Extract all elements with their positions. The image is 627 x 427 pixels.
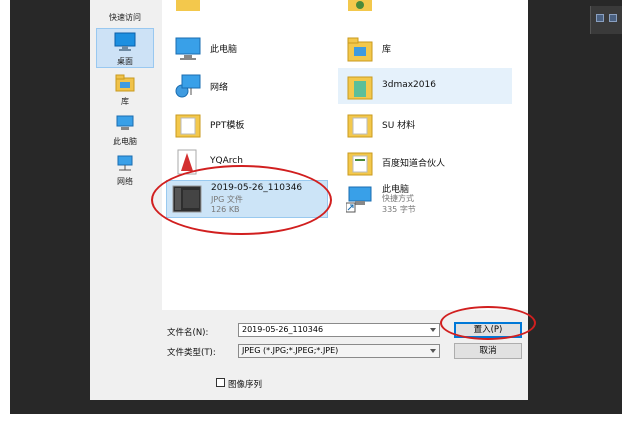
desktop-icon [114, 32, 136, 51]
library-icon [115, 74, 135, 92]
image-thumbnail-icon [172, 185, 202, 213]
this-pc-icon [116, 115, 134, 130]
list-item[interactable] [166, 0, 334, 16]
chevron-down-icon[interactable] [430, 349, 436, 353]
file-name: SU 材料 [382, 121, 416, 131]
filename-field[interactable]: 2019-05-26_110346 [238, 323, 440, 337]
file-name: 库 [382, 45, 392, 55]
list-item-3dmax2016[interactable]: 3dmax2016 [338, 68, 512, 104]
image-sequence-checkbox[interactable] [216, 378, 225, 387]
filename-value: 2019-05-26_110346 [242, 325, 324, 334]
filename-label: 文件名(N): [167, 328, 209, 338]
cancel-button[interactable]: 取消 [454, 343, 522, 359]
network-icon [117, 155, 133, 171]
filetype-value: JPEG (*.JPG;*.JPEG;*.JPE) [242, 346, 339, 355]
file-name: 网络 [210, 83, 229, 93]
nav-quick-access[interactable]: 快速访问 [96, 10, 154, 23]
file-name: 百度知道合伙人 [382, 159, 446, 169]
list-item-yqarch[interactable]: YQArch [166, 144, 334, 180]
nav-quick-access-label: 快速访问 [109, 13, 141, 22]
this-pc-icon [175, 37, 201, 60]
app-shortcut-icon [177, 149, 197, 175]
nav-item-label: 网络 [117, 177, 133, 186]
file-name: 2019-05-26_110346 [211, 183, 303, 193]
folder-icon [175, 114, 201, 138]
nav-item-label: 库 [121, 97, 129, 106]
shortcut-icon [346, 186, 372, 213]
library-icon [347, 37, 373, 62]
place-button[interactable]: 置入(P) [454, 322, 522, 338]
folder-icon [347, 114, 373, 138]
file-size: 335 字节 [382, 205, 416, 214]
folder-icon [347, 76, 373, 100]
list-item-network[interactable]: 网络 [166, 68, 334, 104]
file-list: 此电脑 库 网络 3dmax2016 PPT模板 SU 材料 YQArch 百度… [162, 0, 528, 310]
folder-icon [348, 0, 372, 11]
file-name: PPT模板 [210, 121, 245, 131]
navigation-pane: 快速访问 桌面 库 此电脑 网络 [90, 0, 162, 310]
nav-item-library[interactable]: 库 [96, 74, 154, 110]
chevron-down-icon[interactable] [430, 328, 436, 332]
list-item[interactable] [338, 0, 506, 16]
image-sequence-label: 图像序列 [228, 380, 263, 390]
file-type: JPG 文件 [211, 195, 243, 204]
panel-icon[interactable] [596, 14, 604, 22]
network-icon [175, 74, 201, 98]
filetype-label: 文件类型(T): [167, 348, 216, 358]
list-item-screenshot[interactable]: 2019-05-26_110346 JPG 文件 126 KB [166, 180, 328, 218]
list-item-this-pc-shortcut[interactable]: 此电脑 快捷方式 335 字节 [338, 180, 506, 218]
folder-icon [176, 0, 200, 11]
nav-item-desktop[interactable]: 桌面 [96, 28, 154, 68]
filetype-select[interactable]: JPEG (*.JPG;*.JPEG;*.JPE) [238, 344, 440, 358]
open-file-dialog: 快速访问 桌面 库 此电脑 网络 此电脑 库 网络 3dmax2016 PPT模… [90, 0, 528, 400]
file-size: 126 KB [211, 205, 240, 214]
file-name: 此电脑 [210, 45, 238, 55]
nav-item-network[interactable]: 网络 [96, 154, 154, 190]
file-type: 快捷方式 [382, 194, 414, 203]
folder-icon [347, 152, 373, 176]
nav-item-this-pc[interactable]: 此电脑 [96, 114, 154, 150]
nav-item-label: 桌面 [117, 57, 133, 66]
file-name: YQArch [210, 156, 243, 166]
list-item-ppt-template[interactable]: PPT模板 [166, 106, 334, 142]
list-item-su-material[interactable]: SU 材料 [338, 106, 506, 142]
panel-strip [590, 6, 622, 34]
file-name: 3dmax2016 [382, 80, 436, 90]
list-item-library[interactable]: 库 [338, 30, 506, 66]
nav-item-label: 此电脑 [113, 137, 137, 146]
list-item-baidu[interactable]: 百度知道合伙人 [338, 144, 506, 180]
panel-icon[interactable] [609, 14, 617, 22]
list-item-this-pc[interactable]: 此电脑 [166, 30, 334, 66]
